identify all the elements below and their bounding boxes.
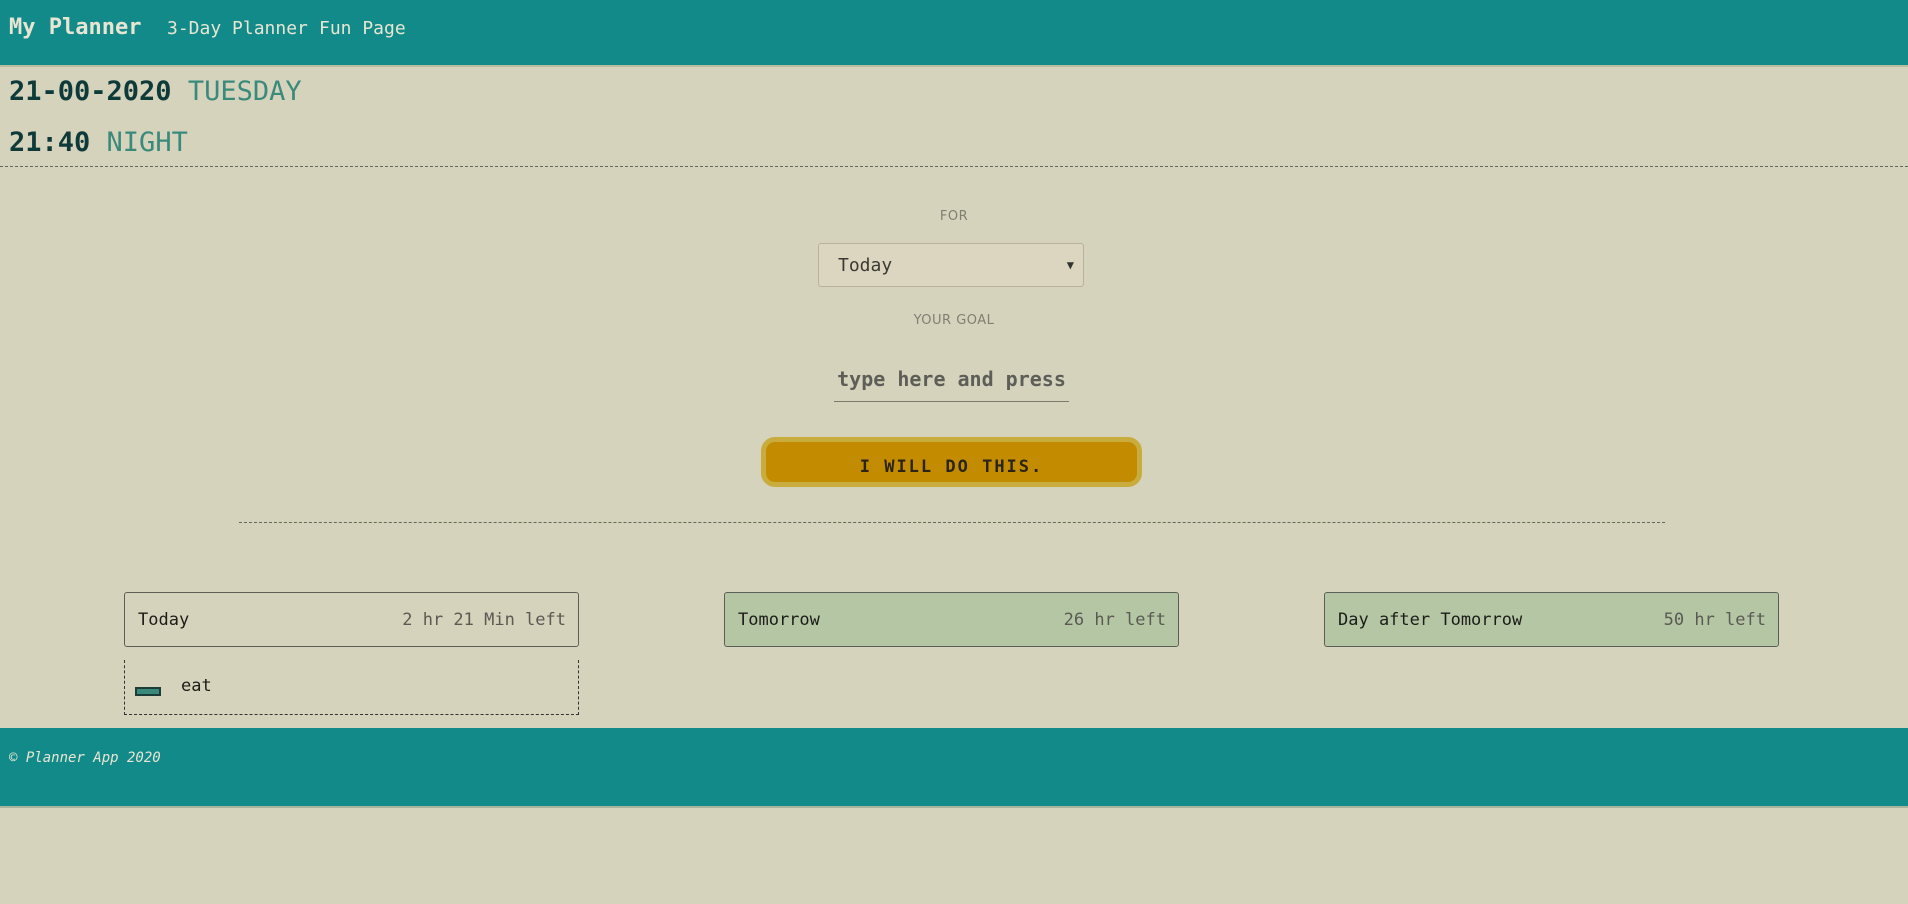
current-time: 21:40 (9, 127, 91, 158)
date-display: 21-00-2020 TUESDAY (9, 76, 302, 107)
day-card-today[interactable]: Today 2 hr 21 Min left (124, 592, 579, 647)
footer: © Planner App 2020 (0, 728, 1908, 808)
task-toggle-button[interactable] (135, 687, 161, 696)
top-navbar: My Planner 3-Day Planner Fun Page (0, 0, 1908, 67)
day-card-remaining: 26 hr left (1063, 610, 1166, 630)
time-display: 21:40 NIGHT (9, 127, 188, 158)
day-card-title: Tomorrow (738, 610, 820, 630)
task-list-item: eat (124, 660, 579, 715)
submit-goal-button[interactable]: I WILL DO THIS. (761, 437, 1142, 487)
current-weekday: TUESDAY (187, 76, 302, 107)
goal-input[interactable] (834, 356, 1069, 402)
task-text: eat (181, 676, 212, 696)
section-divider (239, 522, 1665, 523)
day-card-remaining: 2 hr 21 Min left (402, 610, 566, 630)
current-period: NIGHT (106, 127, 188, 158)
brand-link[interactable]: My Planner (9, 15, 141, 40)
day-card-tomorrow[interactable]: Tomorrow 26 hr left (724, 592, 1179, 647)
chevron-down-icon: ▼ (1066, 258, 1074, 272)
goal-label: YOUR GOAL (913, 313, 995, 328)
day-card-day-after-tomorrow[interactable]: Day after Tomorrow 50 hr left (1324, 592, 1779, 647)
header-divider (0, 166, 1908, 167)
day-select-value: Today (838, 255, 893, 276)
day-card-title: Today (138, 610, 190, 630)
day-select[interactable]: Today ▼ (818, 243, 1084, 287)
nav-link-3-day-planner[interactable]: 3-Day Planner (167, 18, 308, 39)
copyright-text: © Planner App 2020 (9, 750, 161, 766)
nav-link-fun-page[interactable]: Fun Page (319, 18, 406, 39)
day-card-remaining: 50 hr left (1663, 610, 1766, 630)
current-date: 21-00-2020 (9, 76, 172, 107)
day-card-title: Day after Tomorrow (1338, 610, 1523, 630)
for-label: FOR (939, 209, 969, 224)
